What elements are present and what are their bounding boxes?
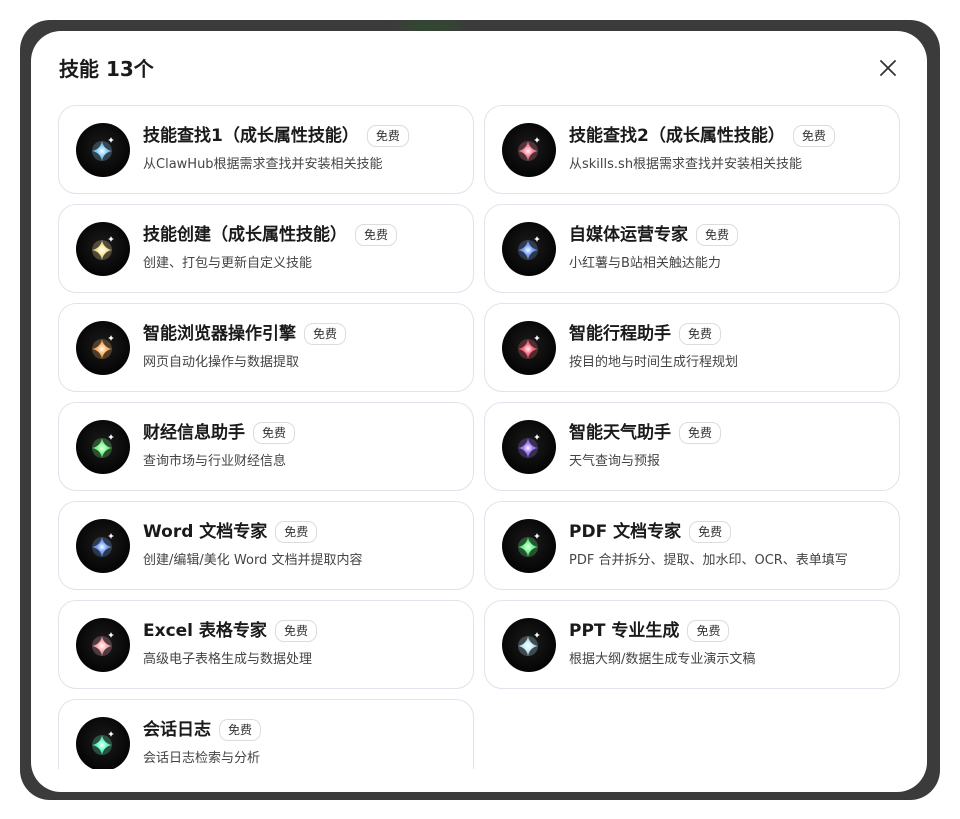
sparkle-icon bbox=[502, 519, 556, 573]
close-icon[interactable] bbox=[877, 57, 899, 79]
skill-name: 技能查找2（成长属性技能） bbox=[569, 126, 785, 146]
sparkle-icon bbox=[76, 717, 130, 769]
skill-name-row: 技能查找1（成长属性技能） 免费 bbox=[143, 124, 409, 148]
skill-description: 会话日志检索与分析 bbox=[143, 751, 261, 766]
skill-name: Word 文档专家 bbox=[143, 522, 268, 542]
skill-name: 技能创建（成长属性技能） bbox=[143, 225, 347, 245]
skills-grid: 技能查找1（成长属性技能） 免费 从ClawHub根据需求查找并安装相关技能 技能查找… bbox=[58, 105, 900, 769]
modal-title: 技能 13个 bbox=[59, 57, 154, 81]
skill-name-row: 智能行程助手 免费 bbox=[569, 322, 722, 346]
sparkle-icon bbox=[76, 618, 130, 672]
free-badge: 免费 bbox=[687, 620, 730, 642]
skill-card[interactable]: 自媒体运营专家 免费小红薯与B站相关触达能力 bbox=[484, 204, 900, 293]
skill-name: PDF 文档专家 bbox=[569, 522, 682, 542]
sparkle-icon bbox=[502, 321, 556, 375]
skill-name-row: 技能查找2（成长属性技能） 免费 bbox=[569, 124, 835, 148]
skill-card[interactable]: 技能查找1（成长属性技能） 免费从ClawHub根据需求查找并安装相关技能 bbox=[58, 105, 474, 194]
skill-name-row: Word 文档专家 免费 bbox=[143, 520, 318, 544]
skill-description: 天气查询与预报 bbox=[569, 454, 661, 469]
skill-name-row: 智能浏览器操作引擎 免费 bbox=[143, 322, 347, 346]
skill-name: PPT 专业生成 bbox=[569, 621, 680, 641]
skill-name-row: 技能创建（成长属性技能） 免费 bbox=[143, 223, 398, 247]
free-badge: 免费 bbox=[689, 521, 732, 543]
skill-description: 按目的地与时间生成行程规划 bbox=[569, 355, 739, 370]
sparkle-icon bbox=[76, 321, 130, 375]
skill-name-row: 自媒体运营专家 免费 bbox=[569, 223, 739, 247]
skill-card[interactable]: 技能创建（成长属性技能） 免费创建、打包与更新自定义技能 bbox=[58, 204, 474, 293]
skill-description: 从ClawHub根据需求查找并安装相关技能 bbox=[143, 157, 383, 172]
skills-list[interactable]: 技能查找1（成长属性技能） 免费 从ClawHub根据需求查找并安装相关技能 技能查找… bbox=[58, 105, 900, 769]
skill-card[interactable]: PDF 文档专家 免费 PDF 合并拆分、提取、加水印、OCR、表单填写 bbox=[484, 501, 900, 590]
skill-card[interactable]: Excel 表格专家 免费高级电子表格生成与数据处理 bbox=[58, 600, 474, 689]
free-badge: 免费 bbox=[696, 224, 739, 246]
sparkle-icon bbox=[502, 618, 556, 672]
sparkle-icon bbox=[76, 519, 130, 573]
free-badge: 免费 bbox=[274, 620, 317, 642]
skill-card[interactable]: 智能天气助手 免费天气查询与预报 bbox=[484, 402, 900, 491]
free-badge: 免费 bbox=[679, 323, 722, 345]
skill-card[interactable]: Word 文档专家 免费创建/编辑/美化 Word 文档并提取内容 bbox=[58, 501, 474, 590]
skill-card[interactable]: 智能浏览器操作引擎 免费 网页自动化操作与数据提取 bbox=[58, 303, 474, 392]
free-badge: 免费 bbox=[253, 422, 296, 444]
skill-name-row: PPT 专业生成 免费 bbox=[569, 619, 730, 643]
sparkle-icon bbox=[502, 123, 556, 177]
skill-description: 网页自动化操作与数据提取 bbox=[143, 355, 300, 370]
free-badge: 免费 bbox=[679, 422, 722, 444]
skill-name: 智能浏览器操作引擎 bbox=[143, 324, 296, 344]
skill-name-row: 财经信息助手 免费 bbox=[143, 421, 296, 445]
skill-name: 智能行程助手 bbox=[569, 324, 671, 344]
skill-name-row: Excel 表格专家 免费 bbox=[143, 619, 317, 643]
skill-name: Excel 表格专家 bbox=[143, 621, 267, 641]
skill-name-row: 智能天气助手 免费 bbox=[569, 421, 722, 445]
skills-modal: 技能 13个 技能查找1（成长属性技能） 免费 从ClawHub根据需求查找并安装相… bbox=[31, 31, 927, 792]
sparkle-icon bbox=[76, 123, 130, 177]
skill-name: 技能查找1（成长属性技能） bbox=[143, 126, 359, 146]
sparkle-icon bbox=[76, 420, 130, 474]
skill-name-row: 会话日志 免费 bbox=[143, 718, 262, 742]
skill-description: 创建、打包与更新自定义技能 bbox=[143, 256, 313, 271]
skill-card[interactable]: 会话日志 免费会话日志检索与分析 bbox=[58, 699, 474, 769]
skill-description: 从skills.sh根据需求查找并安装相关技能 bbox=[569, 157, 803, 172]
free-badge: 免费 bbox=[792, 125, 835, 147]
skill-description: 根据大纲/数据生成专业演示文稿 bbox=[569, 652, 756, 667]
skill-name-row: PDF 文档专家 免费 bbox=[569, 520, 732, 544]
free-badge: 免费 bbox=[304, 323, 347, 345]
modal-header: 技能 13个 bbox=[59, 55, 899, 85]
free-badge: 免费 bbox=[275, 521, 318, 543]
free-badge: 免费 bbox=[355, 224, 398, 246]
sparkle-icon bbox=[502, 420, 556, 474]
skill-description: 高级电子表格生成与数据处理 bbox=[143, 652, 313, 667]
skill-name: 财经信息助手 bbox=[143, 423, 245, 443]
skill-card[interactable]: 技能查找2（成长属性技能） 免费从skills.sh根据需求查找并安装相关技能 bbox=[484, 105, 900, 194]
free-badge: 免费 bbox=[219, 719, 262, 741]
free-badge: 免费 bbox=[366, 125, 409, 147]
skill-card[interactable]: 财经信息助手 免费查询市场与行业财经信息 bbox=[58, 402, 474, 491]
skill-description: 查询市场与行业财经信息 bbox=[143, 454, 287, 469]
skill-description: 创建/编辑/美化 Word 文档并提取内容 bbox=[143, 553, 363, 568]
sparkle-icon bbox=[76, 222, 130, 276]
skill-name: 自媒体运营专家 bbox=[569, 225, 688, 245]
skill-name: 智能天气助手 bbox=[569, 423, 671, 443]
skill-name: 会话日志 bbox=[143, 720, 211, 740]
skill-card[interactable]: PPT 专业生成 免费根据大纲/数据生成专业演示文稿 bbox=[484, 600, 900, 689]
skill-description: PDF 合并拆分、提取、加水印、OCR、表单填写 bbox=[569, 553, 848, 568]
sparkle-icon bbox=[502, 222, 556, 276]
skill-card[interactable]: 智能行程助手 免费按目的地与时间生成行程规划 bbox=[484, 303, 900, 392]
skill-description: 小红薯与B站相关触达能力 bbox=[569, 256, 721, 271]
